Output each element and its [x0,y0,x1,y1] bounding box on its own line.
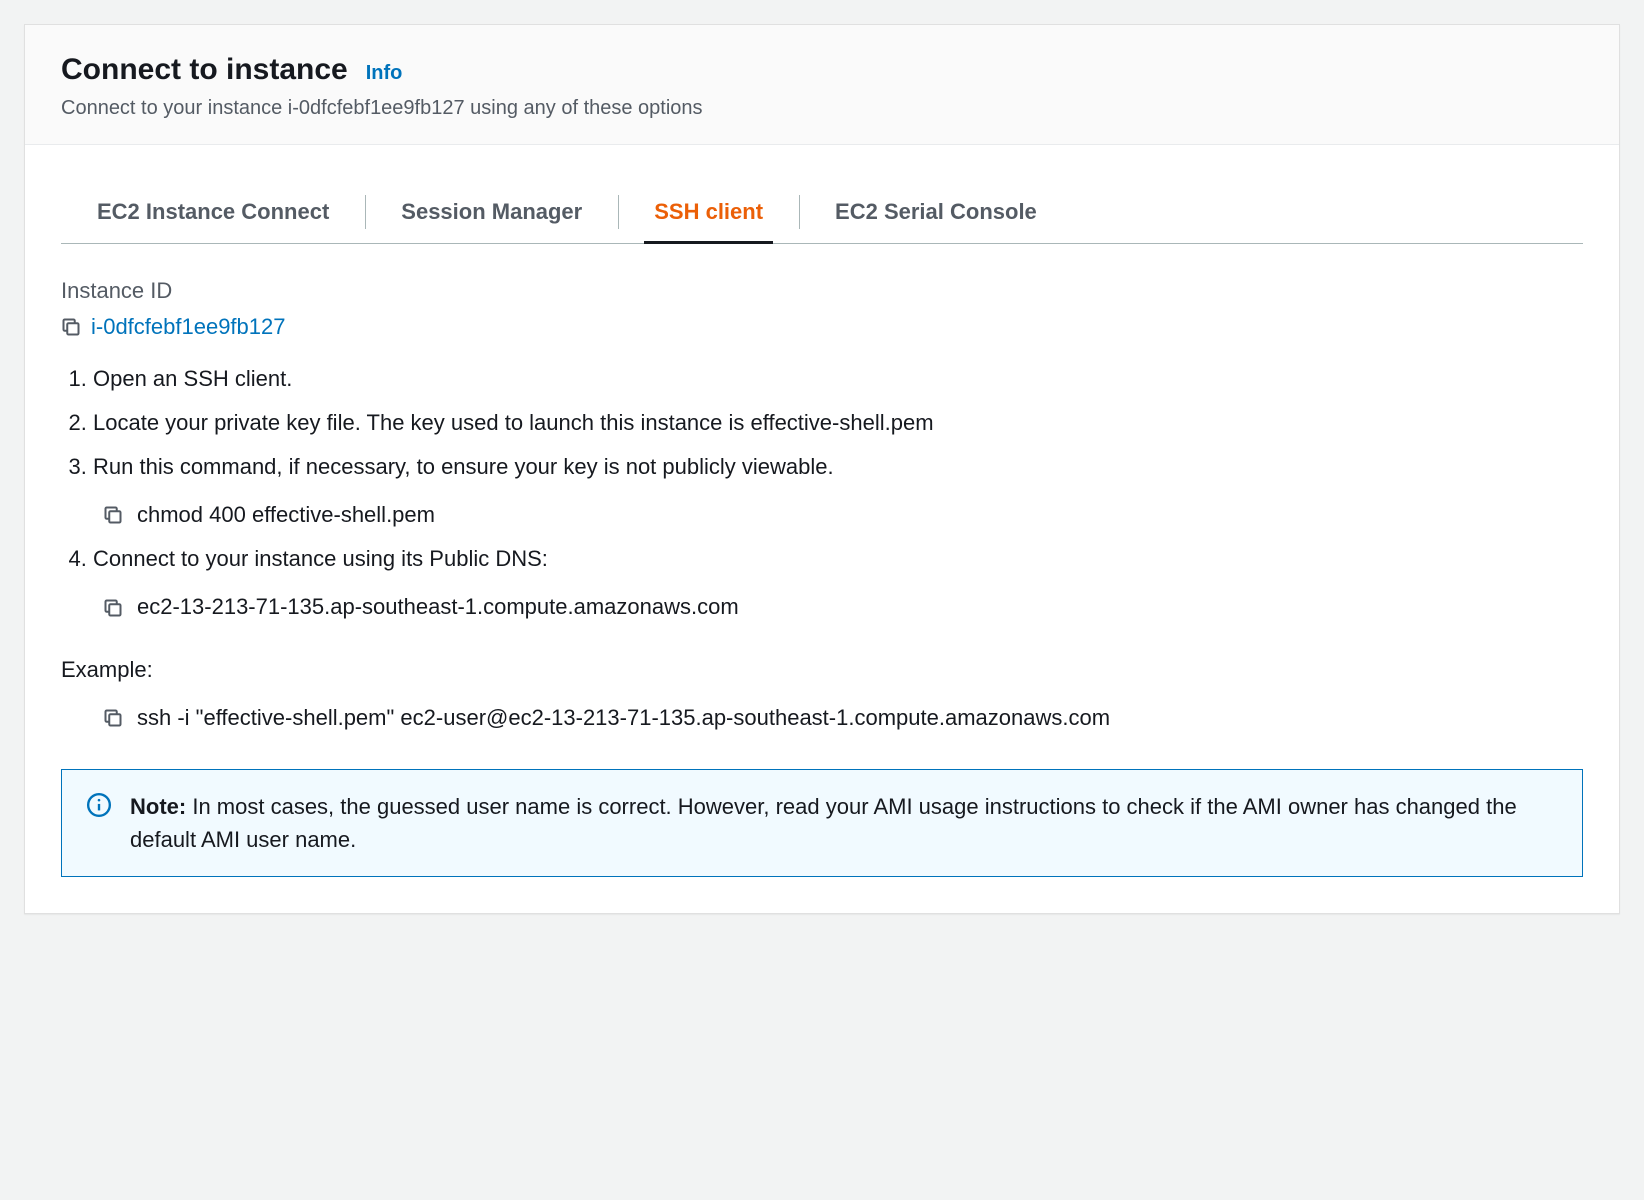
step-2: Locate your private key file. The key us… [93,406,1583,440]
tab-ec2-serial-console[interactable]: EC2 Serial Console [799,181,1073,243]
instructions: Open an SSH client. Locate your private … [61,362,1583,735]
copy-icon[interactable] [103,505,123,525]
info-link[interactable]: Info [366,62,403,85]
copy-icon[interactable] [103,708,123,728]
steps-list-2: Connect to your instance using its Publi… [61,542,1583,576]
step-4-text: Connect to your instance using its Publi… [93,546,548,571]
page-title: Connect to instance [61,53,348,87]
page-subtitle: Connect to your instance i-0dfcfebf1ee9f… [61,97,1583,120]
chmod-command: chmod 400 effective-shell.pem [137,498,435,532]
example-row: ssh -i "effective-shell.pem" ec2-user@ec… [103,701,1583,735]
ssh-command: ssh -i "effective-shell.pem" ec2-user@ec… [137,701,1110,735]
note-prefix: Note: [130,794,186,819]
tab-session-manager[interactable]: Session Manager [365,181,618,243]
panel-body: EC2 Instance Connect Session Manager SSH… [25,181,1619,913]
step-3: Run this command, if necessary, to ensur… [93,450,1583,484]
tab-ec2-instance-connect[interactable]: EC2 Instance Connect [61,181,365,243]
copy-icon[interactable] [103,598,123,618]
note-body: In most cases, the guessed user name is … [130,794,1517,852]
dns-row: ec2-13-213-71-135.ap-southeast-1.compute… [103,590,1583,624]
example-label: Example: [61,653,1583,687]
step-4: Connect to your instance using its Publi… [93,542,1583,576]
public-dns: ec2-13-213-71-135.ap-southeast-1.compute… [137,590,739,624]
step-1: Open an SSH client. [93,362,1583,396]
instance-id-label: Instance ID [61,278,1583,304]
tab-ssh-client[interactable]: SSH client [618,181,799,243]
chmod-row: chmod 400 effective-shell.pem [103,498,1583,532]
panel-header: Connect to instance Info Connect to your… [25,25,1619,145]
copy-icon[interactable] [61,317,81,337]
note-text: Note: In most cases, the guessed user na… [130,790,1558,856]
instance-id-link[interactable]: i-0dfcfebf1ee9fb127 [91,314,286,340]
info-icon [86,792,112,818]
title-row: Connect to instance Info [61,53,1583,87]
note-box: Note: In most cases, the guessed user na… [61,769,1583,877]
step-3-text: Run this command, if necessary, to ensur… [93,454,834,479]
steps-list: Open an SSH client. Locate your private … [61,362,1583,484]
instance-id-row: i-0dfcfebf1ee9fb127 [61,314,1583,340]
tabs: EC2 Instance Connect Session Manager SSH… [61,181,1583,244]
connect-panel: Connect to instance Info Connect to your… [24,24,1620,914]
